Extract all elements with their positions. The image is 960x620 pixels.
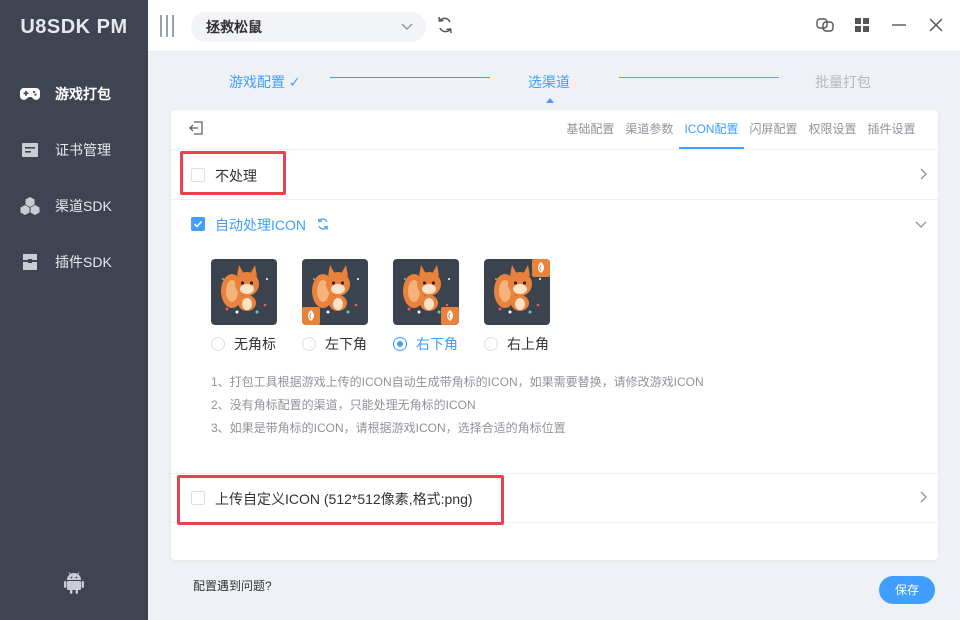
corner-option-bottom-right[interactable]: 右下角	[393, 334, 458, 354]
sidebar-item-channel-sdk[interactable]: 渠道SDK	[0, 178, 148, 234]
certificate-icon	[20, 140, 40, 160]
chevron-right-icon[interactable]	[918, 490, 928, 507]
topbar: 拯救松鼠	[148, 0, 960, 52]
step-batch-package[interactable]: 批量打包	[815, 72, 871, 92]
channel-badge-icon	[532, 259, 550, 277]
tab-plugin-settings[interactable]: 插件设置	[862, 110, 921, 149]
refresh-icon[interactable]	[316, 217, 330, 234]
radio-top-right[interactable]	[484, 337, 498, 351]
current-step-indicator	[546, 98, 554, 103]
radio-label: 无角标	[234, 336, 276, 352]
squirrel-game-icon	[484, 259, 550, 325]
sidebar-toggle-icon[interactable]	[160, 15, 174, 37]
corner-option-none[interactable]: 无角标	[211, 334, 276, 354]
icon-preview-no-badge[interactable]	[211, 259, 277, 325]
sidebar-nav: 游戏打包 证书管理 渠道SDK 插件SDK	[0, 66, 148, 290]
icon-notes: 1、打包工具根据游戏上传的ICON自动生成带角标的ICON，如果需要替换，请修改…	[211, 371, 704, 440]
cubes-icon	[20, 196, 40, 216]
squirrel-game-icon	[393, 259, 459, 325]
chevron-down-icon	[400, 19, 414, 36]
radio-bottom-right[interactable]	[393, 337, 407, 351]
window-controls	[815, 15, 946, 35]
sidebar-item-certificates[interactable]: 证书管理	[0, 122, 148, 178]
tab-splash-config[interactable]: 闪屏配置	[744, 110, 803, 149]
highlight-box	[177, 475, 504, 525]
tab-channel-params[interactable]: 渠道参数	[620, 110, 679, 149]
channel-badge-icon	[441, 307, 459, 325]
step-game-config[interactable]: 游戏配置 ✓	[229, 72, 301, 92]
sidebar-item-label: 游戏打包	[55, 86, 111, 102]
auto-process-label: 自动处理ICON	[215, 217, 306, 233]
sidebar-item-label: 证书管理	[55, 142, 111, 158]
step-progress: 游戏配置 ✓ 选渠道 批量打包	[148, 52, 960, 110]
back-icon[interactable]	[188, 120, 204, 136]
chevron-down-icon[interactable]	[914, 218, 928, 233]
squirrel-game-icon	[302, 259, 368, 325]
radio-label: 右上角	[507, 336, 549, 352]
icon-preview-top-right[interactable]	[484, 259, 550, 325]
highlight-box	[180, 151, 286, 195]
save-button[interactable]: 保存	[879, 576, 935, 604]
card-header: 基础配置 渠道参数 ICON配置 闪屏配置 权限设置 插件设置	[171, 110, 938, 150]
step-select-channel[interactable]: 选渠道	[528, 72, 570, 92]
sidebar-item-game-packaging[interactable]: 游戏打包	[0, 66, 148, 122]
tab-permission-settings[interactable]: 权限设置	[803, 110, 862, 149]
sidebar-item-label: 插件SDK	[55, 254, 112, 270]
note-line: 1、打包工具根据游戏上传的ICON自动生成带角标的ICON，如果需要替换，请修改…	[211, 375, 704, 389]
corner-option-top-right[interactable]: 右上角	[484, 334, 549, 354]
radio-label: 左下角	[325, 336, 367, 352]
step-connector	[619, 77, 779, 78]
auto-process-checkbox[interactable]	[191, 217, 205, 231]
note-line: 3、如果是带角标的ICON，请根据游戏ICON，选择合适的角标位置	[211, 421, 566, 435]
plugin-icon	[20, 252, 40, 272]
tab-icon-config[interactable]: ICON配置	[678, 110, 744, 149]
config-tabs: 基础配置 渠道参数 ICON配置 闪屏配置 权限设置 插件设置	[561, 110, 921, 149]
game-select[interactable]: 拯救松鼠	[191, 12, 426, 42]
sidebar: U8SDK PM 游戏打包 证书管理 渠道SDK 插件SDK	[0, 0, 148, 620]
sidebar-item-plugin-sdk[interactable]: 插件SDK	[0, 234, 148, 290]
icon-preview-bottom-left[interactable]	[302, 259, 368, 325]
note-line: 2、没有角标配置的渠道，只能处理无角标的ICON	[211, 398, 476, 412]
sidebar-item-label: 渠道SDK	[55, 198, 112, 214]
gamepad-icon	[20, 84, 40, 104]
corner-option-bottom-left[interactable]: 左下角	[302, 334, 367, 354]
android-icon[interactable]	[62, 571, 86, 595]
radio-label: 右下角	[416, 336, 458, 352]
tab-basic-config[interactable]: 基础配置	[561, 110, 620, 149]
radio-bottom-left[interactable]	[302, 337, 316, 351]
squirrel-game-icon	[211, 259, 277, 325]
radio-none[interactable]	[211, 337, 225, 351]
channel-badge-icon	[302, 307, 320, 325]
step-connector	[330, 77, 490, 78]
option-row-no-process[interactable]: 不处理	[171, 150, 938, 200]
icon-preview-bottom-right[interactable]	[393, 259, 459, 325]
app-logo: U8SDK PM	[20, 16, 128, 38]
refresh-icon[interactable]	[435, 15, 455, 35]
close-icon[interactable]	[926, 15, 946, 35]
game-select-value: 拯救松鼠	[206, 19, 262, 35]
link-icon[interactable]	[815, 15, 835, 35]
help-link[interactable]: 配置遇到问题?	[193, 577, 272, 594]
minimize-icon[interactable]	[889, 15, 909, 35]
chevron-right-icon[interactable]	[918, 167, 928, 184]
grid-icon[interactable]	[852, 15, 872, 35]
